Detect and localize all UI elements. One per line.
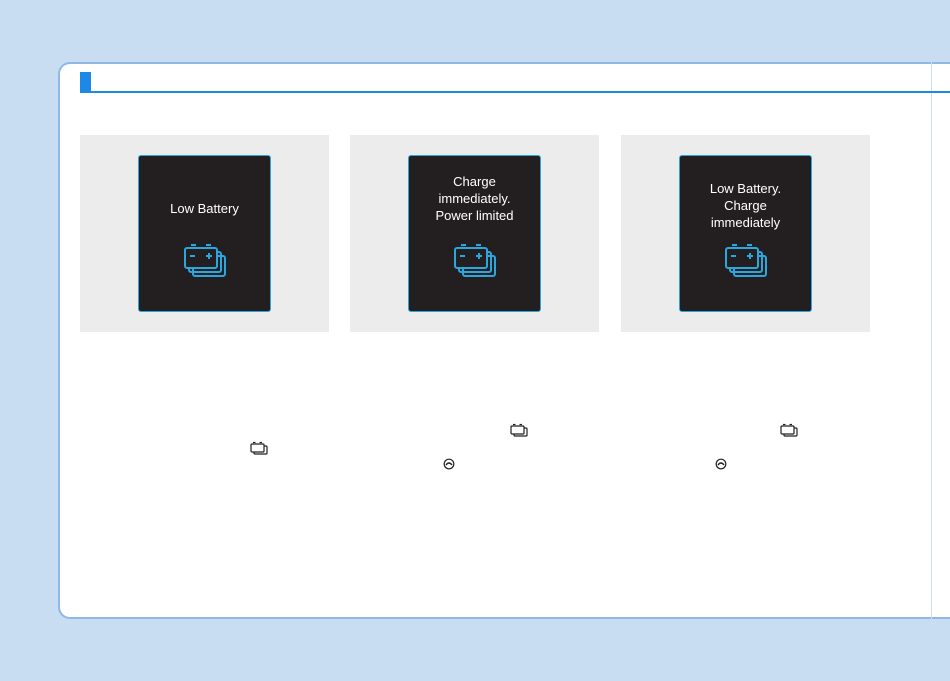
warning-message: Low Battery — [170, 201, 239, 216]
warning-panel-low-battery-charge: Low Battery. Charge immediately — [621, 135, 870, 332]
battery-icon — [250, 441, 268, 455]
battery-icon — [510, 423, 528, 437]
warning-panel-low-battery: Low Battery — [80, 135, 329, 332]
power-limited-icon — [443, 458, 455, 470]
battery-icon — [725, 244, 767, 277]
battery-icon — [780, 423, 798, 437]
section-heading-marker — [80, 72, 91, 92]
cluster-display: Low Battery — [138, 155, 271, 312]
power-limited-icon — [715, 458, 727, 470]
warning-message: Charge immediately. Power limited — [435, 174, 514, 223]
section-heading-rule — [80, 91, 950, 93]
warning-message: Low Battery. Charge immediately — [709, 181, 782, 230]
warning-panel-charge-power-limited: Charge immediately. Power limited — [350, 135, 599, 332]
page-margin-rule — [931, 62, 932, 619]
cluster-display: Charge immediately. Power limited — [408, 155, 541, 312]
battery-icon — [454, 244, 496, 277]
battery-icon — [184, 244, 226, 277]
cluster-display: Low Battery. Charge immediately — [679, 155, 812, 312]
